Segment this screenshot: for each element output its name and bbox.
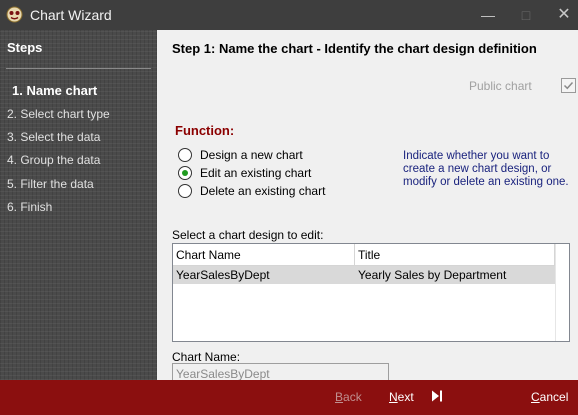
title-bar: Chart Wizard — □ ✕ — [0, 0, 578, 30]
option-label: Design a new chart — [200, 148, 303, 162]
cell-chart-name: YearSalesByDept — [176, 268, 270, 282]
steps-divider — [6, 68, 151, 69]
cancel-label: ancel — [539, 390, 569, 404]
step-select-data: 3. Select the data — [7, 130, 101, 144]
window-title: Chart Wizard — [30, 7, 112, 23]
wizard-footer: Back Next Cancel — [0, 380, 578, 415]
cancel-hotkey: C — [531, 390, 540, 404]
app-logo-icon — [6, 6, 23, 23]
main-panel: Step 1: Name the chart - Identify the ch… — [157, 30, 578, 385]
column-header-chart-name[interactable]: Chart Name — [173, 244, 355, 266]
next-label: ext — [397, 390, 414, 404]
step-name-chart: 1. Name chart — [12, 83, 98, 98]
chart-design-grid[interactable]: Chart Name Title YearSalesByDept Yearly … — [172, 243, 570, 342]
radio-button[interactable] — [178, 184, 192, 198]
table-row[interactable]: YearSalesByDept Yearly Sales by Departme… — [173, 266, 555, 284]
next-hotkey: N — [389, 390, 398, 404]
function-hint: Indicate whether you want to create a ne… — [403, 150, 569, 188]
minimize-button[interactable]: — — [470, 0, 506, 30]
steps-sidebar: Steps 1. Name chart 2. Select chart type… — [0, 30, 157, 380]
checkmark-icon — [563, 81, 574, 90]
maximize-button[interactable]: □ — [508, 0, 544, 30]
radio-button[interactable] — [178, 148, 192, 162]
grid-label: Select a chart design to edit: — [172, 228, 324, 242]
back-label: ack — [343, 390, 362, 404]
radio-button-selected[interactable] — [178, 166, 192, 180]
option-label: Edit an existing chart — [200, 166, 312, 180]
public-chart-checkbox[interactable] — [561, 78, 576, 93]
step-finish: 6. Finish — [7, 200, 53, 214]
step-group-data: 4. Group the data — [7, 153, 101, 167]
public-chart-label: Public chart — [469, 79, 532, 93]
grid-header: Chart Name Title — [173, 244, 555, 266]
chart-name-label: Chart Name: — [172, 350, 241, 364]
cancel-button[interactable]: Cancel — [531, 390, 568, 404]
steps-title: Steps — [7, 40, 43, 55]
back-hotkey: B — [335, 390, 344, 404]
next-button[interactable]: Next — [389, 390, 414, 404]
option-label: Delete an existing chart — [200, 184, 326, 198]
column-header-title[interactable]: Title — [355, 244, 555, 266]
cell-title: Yearly Sales by Department — [358, 268, 507, 282]
close-button[interactable]: ✕ — [546, 0, 578, 30]
grid-scrollbar[interactable] — [555, 244, 569, 341]
step-filter-data: 5. Filter the data — [7, 177, 94, 191]
function-label: Function: — [175, 123, 235, 138]
page-title: Step 1: Name the chart - Identify the ch… — [172, 41, 537, 56]
skip-to-end-icon[interactable] — [430, 389, 444, 403]
back-button[interactable]: Back — [335, 390, 362, 404]
step-select-chart-type: 2. Select chart type — [7, 107, 110, 121]
